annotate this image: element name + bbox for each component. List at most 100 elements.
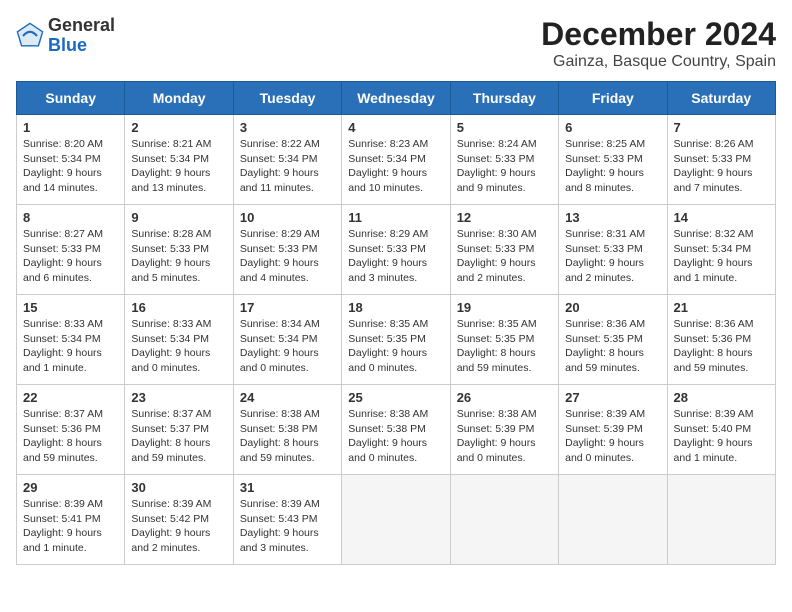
day-info: Sunrise: 8:23 AM Sunset: 5:34 PM Dayligh…	[348, 137, 443, 196]
table-row: 17 Sunrise: 8:34 AM Sunset: 5:34 PM Dayl…	[233, 295, 341, 385]
day-number: 14	[674, 210, 769, 225]
title-block: December 2024 Gainza, Basque Country, Sp…	[541, 16, 776, 71]
table-row	[342, 475, 450, 565]
day-info: Sunrise: 8:35 AM Sunset: 5:35 PM Dayligh…	[348, 317, 443, 376]
table-row	[667, 475, 775, 565]
day-number: 3	[240, 120, 335, 135]
logo-general: General	[48, 15, 115, 35]
day-number: 5	[457, 120, 552, 135]
table-row: 10 Sunrise: 8:29 AM Sunset: 5:33 PM Dayl…	[233, 205, 341, 295]
table-row: 7 Sunrise: 8:26 AM Sunset: 5:33 PM Dayli…	[667, 115, 775, 205]
calendar-week-row: 8 Sunrise: 8:27 AM Sunset: 5:33 PM Dayli…	[17, 205, 776, 295]
table-row: 18 Sunrise: 8:35 AM Sunset: 5:35 PM Dayl…	[342, 295, 450, 385]
day-number: 12	[457, 210, 552, 225]
day-number: 26	[457, 390, 552, 405]
table-row: 9 Sunrise: 8:28 AM Sunset: 5:33 PM Dayli…	[125, 205, 233, 295]
table-row: 24 Sunrise: 8:38 AM Sunset: 5:38 PM Dayl…	[233, 385, 341, 475]
day-number: 28	[674, 390, 769, 405]
page-header: General Blue December 2024 Gainza, Basqu…	[16, 16, 776, 71]
table-row: 29 Sunrise: 8:39 AM Sunset: 5:41 PM Dayl…	[17, 475, 125, 565]
day-number: 30	[131, 480, 226, 495]
table-row: 16 Sunrise: 8:33 AM Sunset: 5:34 PM Dayl…	[125, 295, 233, 385]
table-row: 14 Sunrise: 8:32 AM Sunset: 5:34 PM Dayl…	[667, 205, 775, 295]
col-tuesday: Tuesday	[233, 82, 341, 115]
day-info: Sunrise: 8:35 AM Sunset: 5:35 PM Dayligh…	[457, 317, 552, 376]
day-info: Sunrise: 8:39 AM Sunset: 5:39 PM Dayligh…	[565, 407, 660, 466]
day-number: 19	[457, 300, 552, 315]
table-row: 3 Sunrise: 8:22 AM Sunset: 5:34 PM Dayli…	[233, 115, 341, 205]
table-row: 6 Sunrise: 8:25 AM Sunset: 5:33 PM Dayli…	[559, 115, 667, 205]
calendar-week-row: 22 Sunrise: 8:37 AM Sunset: 5:36 PM Dayl…	[17, 385, 776, 475]
day-number: 15	[23, 300, 118, 315]
table-row: 11 Sunrise: 8:29 AM Sunset: 5:33 PM Dayl…	[342, 205, 450, 295]
col-thursday: Thursday	[450, 82, 558, 115]
logo-icon	[16, 22, 44, 50]
day-info: Sunrise: 8:34 AM Sunset: 5:34 PM Dayligh…	[240, 317, 335, 376]
day-number: 23	[131, 390, 226, 405]
day-info: Sunrise: 8:38 AM Sunset: 5:38 PM Dayligh…	[348, 407, 443, 466]
day-info: Sunrise: 8:29 AM Sunset: 5:33 PM Dayligh…	[348, 227, 443, 286]
col-wednesday: Wednesday	[342, 82, 450, 115]
col-saturday: Saturday	[667, 82, 775, 115]
day-info: Sunrise: 8:37 AM Sunset: 5:37 PM Dayligh…	[131, 407, 226, 466]
day-info: Sunrise: 8:36 AM Sunset: 5:36 PM Dayligh…	[674, 317, 769, 376]
day-info: Sunrise: 8:30 AM Sunset: 5:33 PM Dayligh…	[457, 227, 552, 286]
day-number: 24	[240, 390, 335, 405]
table-row: 20 Sunrise: 8:36 AM Sunset: 5:35 PM Dayl…	[559, 295, 667, 385]
day-number: 31	[240, 480, 335, 495]
day-info: Sunrise: 8:28 AM Sunset: 5:33 PM Dayligh…	[131, 227, 226, 286]
day-info: Sunrise: 8:26 AM Sunset: 5:33 PM Dayligh…	[674, 137, 769, 196]
day-number: 11	[348, 210, 443, 225]
day-info: Sunrise: 8:31 AM Sunset: 5:33 PM Dayligh…	[565, 227, 660, 286]
logo-blue: Blue	[48, 35, 87, 55]
logo: General Blue	[16, 16, 115, 56]
col-monday: Monday	[125, 82, 233, 115]
table-row: 28 Sunrise: 8:39 AM Sunset: 5:40 PM Dayl…	[667, 385, 775, 475]
day-info: Sunrise: 8:32 AM Sunset: 5:34 PM Dayligh…	[674, 227, 769, 286]
table-row: 22 Sunrise: 8:37 AM Sunset: 5:36 PM Dayl…	[17, 385, 125, 475]
day-number: 29	[23, 480, 118, 495]
day-info: Sunrise: 8:38 AM Sunset: 5:39 PM Dayligh…	[457, 407, 552, 466]
day-number: 2	[131, 120, 226, 135]
day-number: 1	[23, 120, 118, 135]
table-row: 21 Sunrise: 8:36 AM Sunset: 5:36 PM Dayl…	[667, 295, 775, 385]
day-number: 13	[565, 210, 660, 225]
table-row: 1 Sunrise: 8:20 AM Sunset: 5:34 PM Dayli…	[17, 115, 125, 205]
table-row: 12 Sunrise: 8:30 AM Sunset: 5:33 PM Dayl…	[450, 205, 558, 295]
table-row: 5 Sunrise: 8:24 AM Sunset: 5:33 PM Dayli…	[450, 115, 558, 205]
table-row: 4 Sunrise: 8:23 AM Sunset: 5:34 PM Dayli…	[342, 115, 450, 205]
day-info: Sunrise: 8:29 AM Sunset: 5:33 PM Dayligh…	[240, 227, 335, 286]
col-friday: Friday	[559, 82, 667, 115]
table-row: 25 Sunrise: 8:38 AM Sunset: 5:38 PM Dayl…	[342, 385, 450, 475]
day-number: 17	[240, 300, 335, 315]
day-info: Sunrise: 8:36 AM Sunset: 5:35 PM Dayligh…	[565, 317, 660, 376]
day-number: 4	[348, 120, 443, 135]
table-row: 26 Sunrise: 8:38 AM Sunset: 5:39 PM Dayl…	[450, 385, 558, 475]
table-row: 23 Sunrise: 8:37 AM Sunset: 5:37 PM Dayl…	[125, 385, 233, 475]
table-row	[450, 475, 558, 565]
day-info: Sunrise: 8:38 AM Sunset: 5:38 PM Dayligh…	[240, 407, 335, 466]
day-info: Sunrise: 8:25 AM Sunset: 5:33 PM Dayligh…	[565, 137, 660, 196]
logo-text: General Blue	[48, 16, 115, 56]
day-info: Sunrise: 8:39 AM Sunset: 5:40 PM Dayligh…	[674, 407, 769, 466]
day-info: Sunrise: 8:33 AM Sunset: 5:34 PM Dayligh…	[131, 317, 226, 376]
day-info: Sunrise: 8:20 AM Sunset: 5:34 PM Dayligh…	[23, 137, 118, 196]
day-number: 21	[674, 300, 769, 315]
table-row: 19 Sunrise: 8:35 AM Sunset: 5:35 PM Dayl…	[450, 295, 558, 385]
day-number: 9	[131, 210, 226, 225]
day-number: 27	[565, 390, 660, 405]
day-info: Sunrise: 8:24 AM Sunset: 5:33 PM Dayligh…	[457, 137, 552, 196]
col-sunday: Sunday	[17, 82, 125, 115]
calendar-week-row: 15 Sunrise: 8:33 AM Sunset: 5:34 PM Dayl…	[17, 295, 776, 385]
day-info: Sunrise: 8:22 AM Sunset: 5:34 PM Dayligh…	[240, 137, 335, 196]
page-subtitle: Gainza, Basque Country, Spain	[541, 53, 776, 71]
calendar-week-row: 1 Sunrise: 8:20 AM Sunset: 5:34 PM Dayli…	[17, 115, 776, 205]
table-row: 30 Sunrise: 8:39 AM Sunset: 5:42 PM Dayl…	[125, 475, 233, 565]
day-info: Sunrise: 8:37 AM Sunset: 5:36 PM Dayligh…	[23, 407, 118, 466]
table-row: 13 Sunrise: 8:31 AM Sunset: 5:33 PM Dayl…	[559, 205, 667, 295]
table-row: 8 Sunrise: 8:27 AM Sunset: 5:33 PM Dayli…	[17, 205, 125, 295]
day-number: 6	[565, 120, 660, 135]
day-number: 25	[348, 390, 443, 405]
day-number: 18	[348, 300, 443, 315]
table-row	[559, 475, 667, 565]
